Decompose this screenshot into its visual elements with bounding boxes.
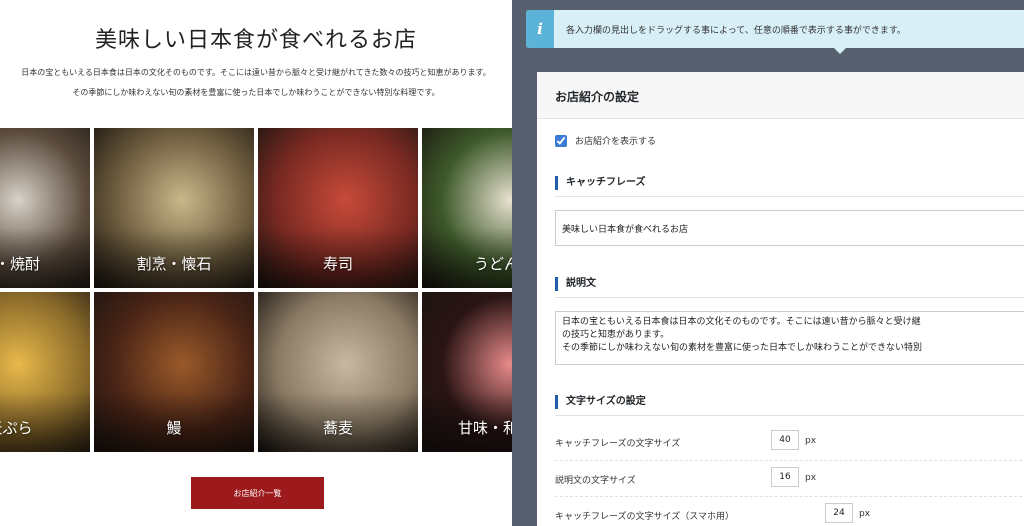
desc-size-label: 説明文の文字サイズ	[555, 476, 636, 486]
catch-phrase-field[interactable]	[555, 210, 1024, 246]
cuisine-label: 酒・焼酎	[0, 255, 40, 273]
catch-size-sp-row: キャッチフレーズの文字サイズ（スマホ用） px	[555, 503, 1024, 526]
cuisine-tile[interactable]: うどん	[422, 128, 512, 288]
catch-phrase-heading: 美味しい日本食が食べれるお店	[94, 28, 417, 53]
row-divider	[555, 496, 1024, 497]
catch-size-label: キャッチフレーズの文字サイズ	[555, 439, 681, 449]
cuisine-label: 割烹・懐石	[136, 255, 212, 273]
description-line-1: 日本の宝ともいえる日本食は日本の文化そのものです。そこには遠い昔から脈々と受け継…	[21, 68, 491, 77]
unit-label: px	[805, 436, 817, 446]
cuisine-label: 天ぷら	[0, 419, 33, 437]
divider	[555, 415, 1024, 416]
desc-size-row: 説明文の文字サイズ px	[555, 467, 1024, 491]
shop-list-button[interactable]: お店紹介一覧	[191, 477, 324, 509]
cuisine-tile[interactable]: 甘味・和菓子	[422, 292, 512, 452]
catch-size-sp-label: キャッチフレーズの文字サイズ（スマホ用）	[555, 512, 735, 522]
show-shop-intro-label[interactable]: お店紹介を表示する	[575, 134, 656, 147]
row-divider	[555, 460, 1024, 461]
unit-label: px	[859, 509, 871, 519]
catch-size-sp-input[interactable]	[825, 503, 853, 523]
admin-settings: i 各入力欄の見出しをドラッグする事によって、任意の順番で表示する事ができます。…	[512, 0, 1024, 526]
description-heading[interactable]: 説明文	[555, 277, 596, 291]
divider	[555, 297, 1024, 298]
cuisine-tile[interactable]: 鰻	[94, 292, 254, 452]
settings-panel: お店紹介の設定 お店紹介を表示する キャッチフレーズ 説明文 日本の宝ともいえる…	[537, 72, 1024, 526]
cuisine-tile[interactable]: 天ぷら	[0, 292, 90, 452]
cuisine-label: 寿司	[322, 255, 353, 273]
catch-phrase-heading-admin[interactable]: キャッチフレーズ	[555, 176, 646, 190]
cuisine-label: うどん	[474, 255, 512, 273]
description-textarea[interactable]: 日本の宝ともいえる日本食は日本の文化そのものです。そこには遠い昔から脈々と受け継…	[555, 311, 1024, 365]
unit-label: px	[805, 473, 817, 483]
notice-text: 各入力欄の見出しをドラッグする事によって、任意の順番で表示する事ができます。	[566, 26, 906, 36]
font-size-heading[interactable]: 文字サイズの設定	[555, 395, 646, 409]
cuisine-grid: 酒・焼酎 割烹・懐石 寿司 うどん 天ぷら 鰻	[0, 128, 512, 456]
cuisine-tile[interactable]: 割烹・懐石	[94, 128, 254, 288]
cuisine-label: 甘味・和菓子	[458, 419, 512, 437]
show-shop-intro-checkbox[interactable]	[555, 135, 567, 147]
catch-size-input[interactable]	[771, 430, 799, 450]
info-notice: i 各入力欄の見出しをドラッグする事によって、任意の順番で表示する事ができます。	[526, 10, 1024, 48]
panel-title: お店紹介の設定	[555, 90, 640, 104]
catch-size-row: キャッチフレーズの文字サイズ px	[555, 430, 1024, 454]
cuisine-tile[interactable]: 寿司	[258, 128, 418, 288]
front-preview: 美味しい日本食が食べれるお店 日本の宝ともいえる日本食は日本の文化そのものです。…	[0, 0, 512, 526]
info-icon: i	[526, 10, 554, 48]
cuisine-label: 蕎麦	[322, 419, 353, 437]
notice-caret	[834, 48, 846, 54]
divider	[555, 196, 1024, 197]
cuisine-tile[interactable]: 酒・焼酎	[0, 128, 90, 288]
cuisine-label: 鰻	[166, 419, 182, 437]
panel-header[interactable]: お店紹介の設定	[537, 72, 1024, 119]
cuisine-tile[interactable]: 蕎麦	[258, 292, 418, 452]
description-line-2: その季節にしか味わえない旬の素材を豊富に使った日本でしか味わうことができない特別…	[72, 88, 440, 97]
desc-size-input[interactable]	[771, 467, 799, 487]
